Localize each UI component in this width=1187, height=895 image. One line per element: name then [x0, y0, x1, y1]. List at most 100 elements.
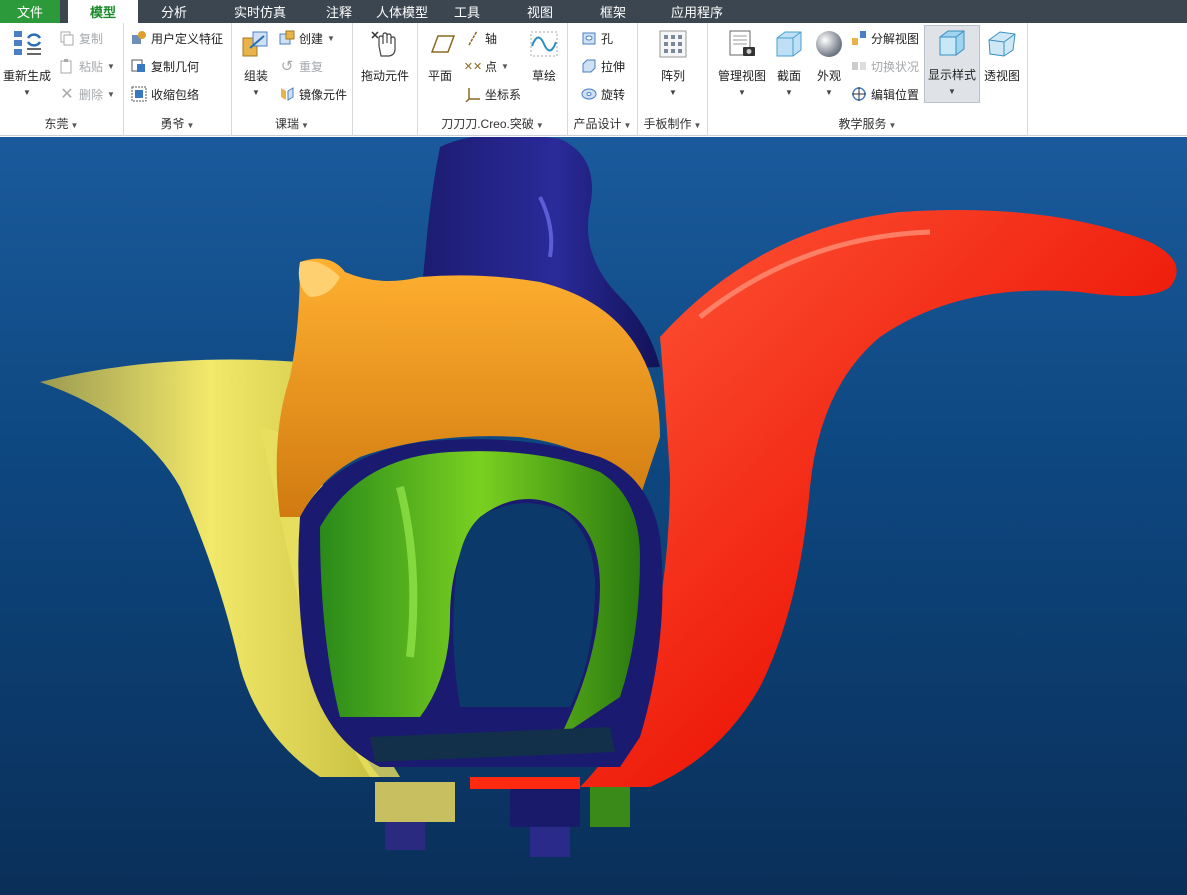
delete-button[interactable]: ✕ 删除 ▼	[58, 83, 115, 105]
delete-icon: ✕	[60, 86, 74, 103]
drag-components-label: 拖动元件	[360, 69, 409, 83]
display-style-button[interactable]: 显示样式 ▼	[924, 25, 980, 103]
display-style-label: 显示样式	[928, 68, 977, 82]
create-button[interactable]: 创建 ▼	[278, 27, 335, 49]
regenerate-icon	[10, 27, 44, 61]
manage-views-icon	[725, 27, 759, 61]
hole-label: 孔	[601, 31, 614, 46]
csys-button[interactable]: 坐标系	[464, 83, 521, 105]
explode-view-icon	[850, 29, 868, 47]
connector-navy[interactable]	[510, 787, 580, 827]
group-label-kerui[interactable]: 课瑞 ▼	[232, 115, 352, 132]
paste-icon	[58, 57, 76, 75]
hole-button[interactable]: 孔	[580, 27, 613, 49]
extrude-icon	[580, 57, 598, 75]
mirror-component-button[interactable]: 镜像元件	[278, 83, 347, 105]
pattern-label: 阵列	[660, 69, 685, 83]
group-label-prototype[interactable]: 手板制作 ▼	[638, 115, 707, 132]
create-label: 创建	[299, 31, 324, 46]
connector-yellow-pin	[385, 822, 425, 850]
edit-position-label: 编辑位置	[871, 87, 920, 102]
perspective-button[interactable]: 透视图	[982, 27, 1022, 84]
tab-human-model[interactable]: 人体模型	[368, 0, 436, 23]
group-label-yongye[interactable]: 勇爷 ▼	[124, 115, 231, 132]
repeat-button[interactable]: ↺ 重复	[278, 55, 323, 77]
tab-annotate[interactable]: 注释	[310, 0, 368, 23]
plane-label: 平面	[427, 69, 452, 83]
sketch-icon	[527, 27, 561, 61]
sketch-button[interactable]: 草绘	[528, 27, 560, 84]
hole-icon	[580, 29, 598, 47]
toggle-status-label: 切换状况	[871, 59, 920, 74]
connector-yellow[interactable]	[375, 782, 455, 822]
connector-navy-pin	[530, 827, 570, 857]
repeat-icon: ↺	[280, 58, 294, 75]
copy-geometry-label: 复制几何	[151, 59, 200, 74]
shrinkwrap-label: 收缩包络	[151, 87, 200, 102]
chevron-down-icon: ▼	[107, 61, 115, 71]
tab-framework[interactable]: 框架	[582, 0, 644, 23]
shrinkwrap-icon	[130, 85, 148, 103]
regenerate-button[interactable]: 重新生成 ▼	[2, 27, 52, 97]
tab-file[interactable]: 文件	[0, 0, 60, 23]
red-base-strip	[470, 777, 580, 789]
chevron-down-icon: ▼	[327, 33, 335, 43]
red-shell-part[interactable]	[580, 210, 1177, 787]
edit-position-button[interactable]: 编辑位置	[850, 83, 919, 105]
tab-realtime-sim[interactable]: 实时仿真	[210, 0, 310, 23]
extrude-button[interactable]: 拉伸	[580, 55, 625, 77]
edit-position-icon	[850, 85, 868, 103]
csys-label: 坐标系	[485, 87, 522, 102]
point-button[interactable]: ✕✕ 点 ▼	[464, 55, 509, 77]
group-engineering: 孔 拉伸 旋转 产品设计 ▼	[568, 23, 638, 136]
udf-button[interactable]: 用户定义特征	[130, 27, 223, 49]
tab-model[interactable]: 模型	[68, 0, 138, 23]
chevron-down-icon: ▼	[948, 87, 956, 96]
section-icon	[772, 27, 806, 61]
extrude-label: 拉伸	[601, 59, 626, 74]
copy-geometry-button[interactable]: 复制几何	[130, 55, 199, 77]
plane-button[interactable]: 平面	[424, 27, 456, 84]
manage-views-label: 管理视图	[717, 69, 766, 83]
tab-applications[interactable]: 应用程序	[644, 0, 750, 23]
chevron-down-icon: ▼	[825, 88, 833, 97]
perspective-label: 透视图	[983, 69, 1020, 83]
tab-tools[interactable]: 工具	[436, 0, 498, 23]
toggle-status-button[interactable]: 切换状况	[850, 55, 919, 77]
explode-view-button[interactable]: 分解视图	[850, 27, 919, 49]
connector-green[interactable]	[590, 787, 630, 827]
group-label-teaching-services[interactable]: 教学服务 ▼	[708, 115, 1027, 132]
assemble-button[interactable]: 组装 ▼	[238, 27, 274, 97]
group-label-datum[interactable]: 刀刀刀.Creo.突破 ▼	[418, 115, 567, 132]
axis-button[interactable]: 轴	[464, 27, 497, 49]
revolve-icon	[580, 85, 598, 103]
pattern-button[interactable]: 阵列 ▼	[654, 27, 692, 97]
explode-view-label: 分解视图	[871, 31, 920, 46]
chevron-down-icon: ▼	[785, 88, 793, 97]
group-operations: 重新生成 ▼ 复制 粘贴 ▼ ✕ 删除 ▼ 东莞 ▼	[0, 23, 124, 136]
create-icon	[278, 29, 296, 47]
manage-views-button[interactable]: 管理视图 ▼	[714, 27, 770, 97]
section-label: 截面	[776, 69, 801, 83]
graphics-viewport[interactable]	[0, 137, 1187, 895]
drag-components-button[interactable]: 拖动元件	[359, 27, 411, 84]
udf-icon	[130, 29, 148, 47]
group-label-product-design[interactable]: 产品设计 ▼	[568, 115, 637, 132]
revolve-button[interactable]: 旋转	[580, 83, 625, 105]
paste-button[interactable]: 粘贴 ▼	[58, 55, 115, 77]
copy-button[interactable]: 复制	[58, 27, 103, 49]
section-button[interactable]: 截面 ▼	[772, 27, 806, 97]
display-style-cube-icon	[935, 26, 969, 60]
appearance-button[interactable]: 外观 ▼	[812, 27, 846, 97]
3d-model-render	[40, 137, 1177, 857]
copy-geometry-icon	[130, 57, 148, 75]
pattern-icon	[656, 27, 690, 61]
shrinkwrap-button[interactable]: 收缩包络	[130, 83, 199, 105]
appearance-sphere-icon	[812, 27, 846, 61]
tab-view[interactable]: 视图	[498, 0, 582, 23]
udf-label: 用户定义特征	[151, 31, 224, 46]
group-label-dongguan[interactable]: 东莞 ▼	[0, 115, 123, 132]
mirror-label: 镜像元件	[299, 87, 348, 102]
appearance-label: 外观	[816, 69, 841, 83]
tab-analysis[interactable]: 分析	[138, 0, 210, 23]
